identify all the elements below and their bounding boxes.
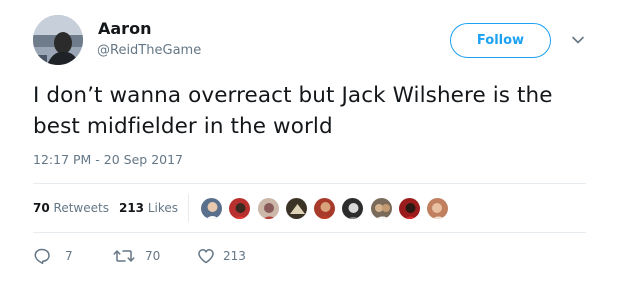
liker-avatar[interactable]: [285, 197, 308, 220]
liker-avatar[interactable]: [426, 197, 449, 220]
follow-button[interactable]: Follow: [450, 23, 551, 58]
liker-avatar[interactable]: [200, 197, 223, 220]
divider-top: [33, 183, 586, 184]
divider-bottom: [33, 232, 586, 233]
liker-avatar-1-icon: [201, 198, 222, 219]
user-avatar[interactable]: [33, 15, 83, 65]
reply-action[interactable]: 7: [33, 247, 73, 265]
reply-count: 7: [65, 249, 73, 263]
liker-avatar-4-icon: [286, 198, 307, 219]
likes-stat[interactable]: 213 Likes: [119, 201, 178, 215]
liker-avatar-9-icon: [427, 198, 448, 219]
reply-icon: [34, 248, 50, 265]
like-action[interactable]: 213: [197, 247, 257, 265]
user-handle[interactable]: @ReidTheGame: [97, 43, 201, 59]
liker-avatar-7-icon: [371, 198, 392, 219]
likes-count: 213: [118, 201, 145, 215]
liker-avatar[interactable]: [370, 197, 393, 220]
tweet-text: I don’t wanna overreact but Jack Wilsher…: [33, 83, 553, 139]
liker-avatar[interactable]: [313, 197, 336, 220]
liker-avatar-6-icon: [342, 198, 363, 219]
tweet-timestamp[interactable]: 12:17 PM - 20 Sep 2017: [33, 152, 183, 168]
liker-avatar-5-icon: [314, 198, 335, 219]
tweet-card: Aaron @ReidTheGame Follow I don’t wanna …: [0, 0, 620, 284]
like-count: 213: [223, 249, 246, 263]
heart-icon: [198, 249, 214, 264]
liker-avatar[interactable]: [341, 197, 364, 220]
retweets-stat[interactable]: 70 Retweets: [33, 201, 109, 215]
liker-avatar-2-icon: [229, 198, 250, 219]
liker-avatar-3-icon: [258, 198, 279, 219]
retweets-count: 70: [33, 201, 50, 215]
liker-avatar[interactable]: [257, 197, 280, 220]
retweet-icon: [113, 250, 135, 262]
likes-label: Likes: [147, 201, 179, 215]
display-name[interactable]: Aaron: [98, 19, 151, 39]
liker-avatar[interactable]: [228, 197, 251, 220]
retweet-count: 70: [145, 249, 161, 263]
chevron-down-icon[interactable]: [571, 33, 585, 47]
stats-separator: [188, 194, 189, 222]
tweet-stats: 70 Retweets 213 Likes: [33, 200, 178, 216]
liker-avatar-8-icon: [399, 198, 420, 219]
retweets-label: Retweets: [53, 201, 109, 215]
profile-photo-icon: [33, 15, 83, 65]
retweet-action[interactable]: 70: [113, 247, 173, 265]
liker-avatar[interactable]: [398, 197, 421, 220]
